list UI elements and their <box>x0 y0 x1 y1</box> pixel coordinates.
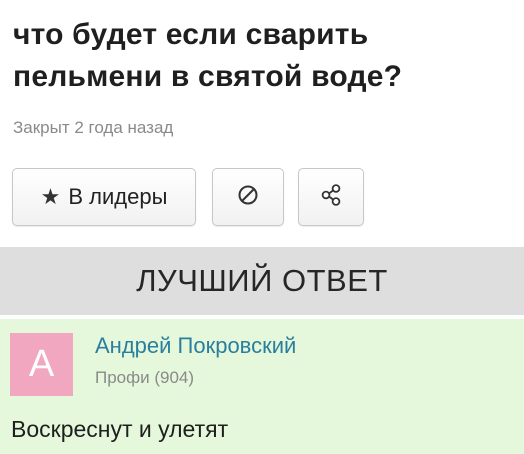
add-to-leaders-button[interactable]: ★ В лидеры <box>12 168 196 226</box>
best-answer-header: ЛУЧШИЙ ОТВЕТ <box>0 247 524 315</box>
share-icon <box>318 182 344 213</box>
answer-text: Воскреснут и улетят <box>11 416 229 442</box>
author-rank: Профи (904) <box>95 368 195 387</box>
add-to-leaders-label: В лидеры <box>68 184 168 209</box>
share-button[interactable] <box>298 168 364 226</box>
question-page: что будет если сварить пельмени в святой… <box>0 0 524 454</box>
avatar[interactable]: А <box>10 333 73 396</box>
prohibit-icon <box>236 183 260 212</box>
closed-status: Закрыт 2 года назад <box>13 118 174 137</box>
question-title: что будет если сварить пельмени в святой… <box>13 18 403 93</box>
star-icon: ★ <box>40 184 61 209</box>
author-name-link[interactable]: Андрей Покровский <box>95 333 296 359</box>
block-button[interactable] <box>212 168 284 226</box>
best-answer-block: А Андрей Покровский Профи (904) Воскресн… <box>0 319 524 454</box>
